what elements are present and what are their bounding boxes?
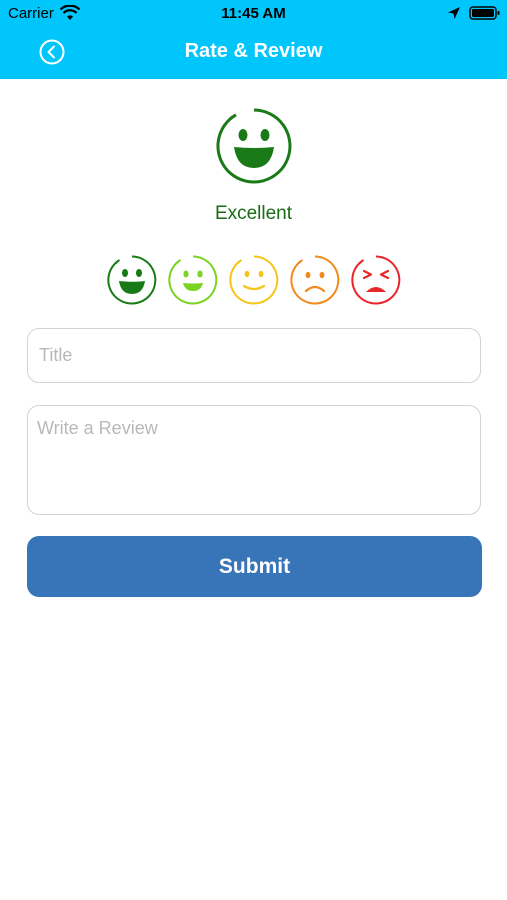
rating-options <box>0 255 507 307</box>
status-bar: Carrier 11:45 AM <box>0 0 507 28</box>
submit-button[interactable]: Submit <box>27 536 482 597</box>
title-input[interactable] <box>27 328 481 383</box>
bad-face-icon[interactable] <box>290 255 340 305</box>
good-face-icon[interactable] <box>168 255 218 305</box>
terrible-face-icon[interactable] <box>351 255 401 305</box>
status-time: 11:45 AM <box>221 5 286 22</box>
page-title: Rate & Review <box>184 40 323 62</box>
selected-rating-face-icon <box>216 108 292 184</box>
location-arrow-icon <box>448 7 460 19</box>
excellent-face-icon[interactable] <box>107 255 157 305</box>
battery-icon <box>469 6 500 20</box>
review-textarea[interactable] <box>27 405 481 515</box>
okay-face-icon[interactable] <box>229 255 279 305</box>
header-bar: Carrier 11:45 AM Rate & Review <box>0 0 507 79</box>
rating-label: Excellent <box>214 203 293 224</box>
